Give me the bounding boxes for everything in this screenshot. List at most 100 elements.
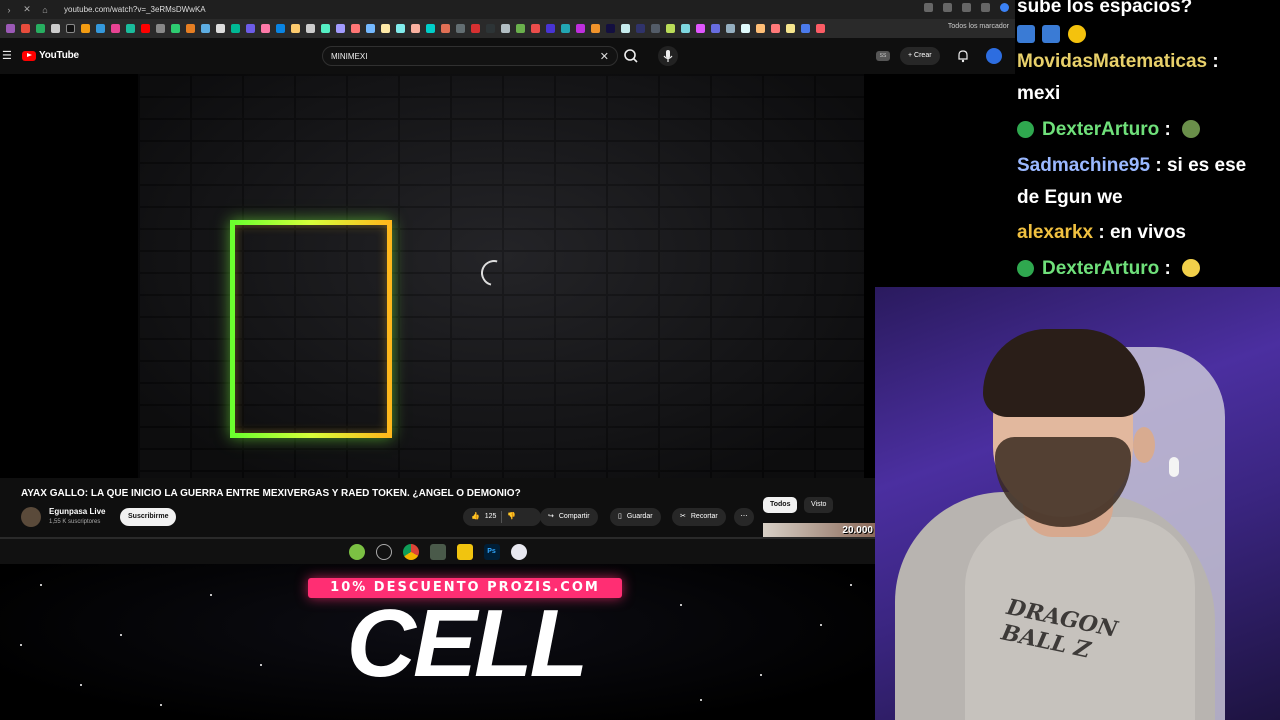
bookmark-icon[interactable] bbox=[246, 24, 255, 33]
channel-avatar[interactable] bbox=[21, 507, 41, 527]
bookmark-icon[interactable] bbox=[51, 24, 60, 33]
bookmark-icon[interactable] bbox=[111, 24, 120, 33]
bookmark-icon[interactable] bbox=[36, 24, 45, 33]
video-player[interactable] bbox=[138, 74, 864, 478]
bookmark-icon[interactable] bbox=[666, 24, 675, 33]
bookmark-icon[interactable] bbox=[591, 24, 600, 33]
bookmark-icon[interactable] bbox=[816, 24, 825, 33]
bookmark-icon[interactable] bbox=[486, 24, 495, 33]
search-box[interactable]: MINIMEXI ✕ bbox=[322, 46, 618, 66]
dislike-icon[interactable]: 👎 bbox=[507, 508, 516, 526]
hamburger-menu-icon[interactable]: ☰ bbox=[2, 49, 12, 62]
create-button[interactable]: + Crear bbox=[900, 47, 940, 65]
bookmark-icon[interactable] bbox=[576, 24, 585, 33]
clear-search-icon[interactable]: ✕ bbox=[600, 50, 609, 63]
clip-button[interactable]: ✂ Recortar bbox=[672, 508, 726, 526]
bookmark-icon[interactable] bbox=[741, 24, 750, 33]
bookmark-icon[interactable] bbox=[306, 24, 315, 33]
profile-icon[interactable] bbox=[1000, 3, 1009, 12]
subscribe-button[interactable]: Suscribirme bbox=[120, 508, 177, 526]
bookmark-icon[interactable] bbox=[201, 24, 210, 33]
bookmark-icon[interactable] bbox=[471, 24, 480, 33]
bookmark-icon[interactable] bbox=[171, 24, 180, 33]
chat-username[interactable]: alexarkx bbox=[1017, 222, 1093, 243]
bookmark-icon[interactable] bbox=[801, 24, 810, 33]
bookmark-icon[interactable] bbox=[711, 24, 720, 33]
recommended-thumbnail[interactable]: 20.000 bbox=[763, 523, 875, 538]
bookmark-icon[interactable] bbox=[321, 24, 330, 33]
bookmark-icon[interactable] bbox=[96, 24, 105, 33]
bookmark-icon[interactable] bbox=[291, 24, 300, 33]
bookmark-icon[interactable] bbox=[6, 24, 15, 33]
bookmark-icon[interactable] bbox=[696, 24, 705, 33]
bookmark-icon[interactable] bbox=[66, 24, 75, 33]
extension-icon[interactable] bbox=[981, 3, 990, 12]
search-icon[interactable] bbox=[622, 47, 640, 65]
reload-icon[interactable]: ✕ bbox=[18, 4, 36, 15]
youtube-logo[interactable]: YouTube bbox=[22, 50, 79, 61]
share-button[interactable]: ↪ Compartir bbox=[540, 508, 598, 526]
bookmark-icon[interactable] bbox=[21, 24, 30, 33]
user-avatar[interactable] bbox=[986, 48, 1002, 64]
account-badge[interactable]: SS bbox=[876, 51, 890, 61]
bookmark-icon[interactable] bbox=[531, 24, 540, 33]
chat-username[interactable]: DexterArturo bbox=[1042, 258, 1159, 279]
more-actions-icon[interactable]: ⋯ bbox=[734, 508, 754, 526]
bookmark-icon[interactable] bbox=[786, 24, 795, 33]
chat-username[interactable]: DexterArturo bbox=[1042, 119, 1159, 140]
bookmark-icon[interactable] bbox=[396, 24, 405, 33]
address-bar[interactable]: youtube.com/watch?v=_3eRMsDWwKA bbox=[64, 5, 206, 14]
chat-username[interactable]: MovidasMatematicas bbox=[1017, 51, 1207, 72]
bookmark-icon[interactable] bbox=[276, 24, 285, 33]
bookmark-icon[interactable] bbox=[411, 24, 420, 33]
bookmark-icon[interactable] bbox=[726, 24, 735, 33]
bookmark-icon[interactable] bbox=[516, 24, 525, 33]
bookmark-icon[interactable] bbox=[126, 24, 135, 33]
bookmark-icon[interactable] bbox=[141, 24, 150, 33]
like-count[interactable]: 125 bbox=[485, 508, 497, 526]
voice-search-button[interactable] bbox=[658, 46, 678, 66]
bookmark-icon[interactable] bbox=[366, 24, 375, 33]
bookmark-icon[interactable] bbox=[456, 24, 465, 33]
app-icon[interactable] bbox=[510, 543, 527, 560]
extension-icon[interactable] bbox=[962, 3, 971, 12]
home-icon[interactable]: ⌂ bbox=[36, 5, 54, 15]
bookmark-icon[interactable] bbox=[771, 24, 780, 33]
bookmark-icon[interactable] bbox=[561, 24, 570, 33]
bookmark-icon[interactable] bbox=[351, 24, 360, 33]
bookmark-icon[interactable] bbox=[81, 24, 90, 33]
bookmark-icon[interactable] bbox=[186, 24, 195, 33]
bookmark-icon[interactable] bbox=[216, 24, 225, 33]
bookmark-icon[interactable] bbox=[546, 24, 555, 33]
bookmark-icon[interactable] bbox=[381, 24, 390, 33]
folder-icon[interactable] bbox=[456, 543, 473, 560]
chip-all[interactable]: Todos bbox=[763, 497, 798, 513]
obs-icon[interactable] bbox=[375, 543, 392, 560]
bookmark-icon[interactable] bbox=[636, 24, 645, 33]
bookmark-icon[interactable] bbox=[621, 24, 630, 33]
extension-icon[interactable] bbox=[943, 3, 952, 12]
search-input[interactable]: MINIMEXI bbox=[331, 52, 367, 61]
bookmark-icon[interactable] bbox=[606, 24, 615, 33]
bookmark-icon[interactable] bbox=[756, 24, 765, 33]
bookmark-icon[interactable] bbox=[231, 24, 240, 33]
extension-icon[interactable] bbox=[924, 3, 933, 12]
bookmarks-folder[interactable]: Todos los marcador bbox=[948, 23, 1009, 30]
bookmark-icon[interactable] bbox=[681, 24, 690, 33]
notifications-bell-icon[interactable] bbox=[956, 49, 970, 63]
bookmark-icon[interactable] bbox=[501, 24, 510, 33]
bookmark-icon[interactable] bbox=[156, 24, 165, 33]
photoshop-icon[interactable]: Ps bbox=[483, 543, 500, 560]
bookmark-icon[interactable] bbox=[336, 24, 345, 33]
bookmark-icon[interactable] bbox=[441, 24, 450, 33]
like-icon[interactable]: 👍 bbox=[471, 508, 480, 526]
chip-seen[interactable]: Visto bbox=[804, 497, 834, 513]
bookmark-icon[interactable] bbox=[261, 24, 270, 33]
channel-name[interactable]: Egunpasa Live bbox=[49, 507, 105, 516]
save-button[interactable]: ▯ Guardar bbox=[610, 508, 661, 526]
xbox-icon[interactable] bbox=[348, 543, 365, 560]
bookmark-icon[interactable] bbox=[426, 24, 435, 33]
bookmark-icon[interactable] bbox=[651, 24, 660, 33]
chat-username[interactable]: Sadmachine95 bbox=[1017, 155, 1150, 176]
chrome-icon[interactable] bbox=[402, 543, 419, 560]
